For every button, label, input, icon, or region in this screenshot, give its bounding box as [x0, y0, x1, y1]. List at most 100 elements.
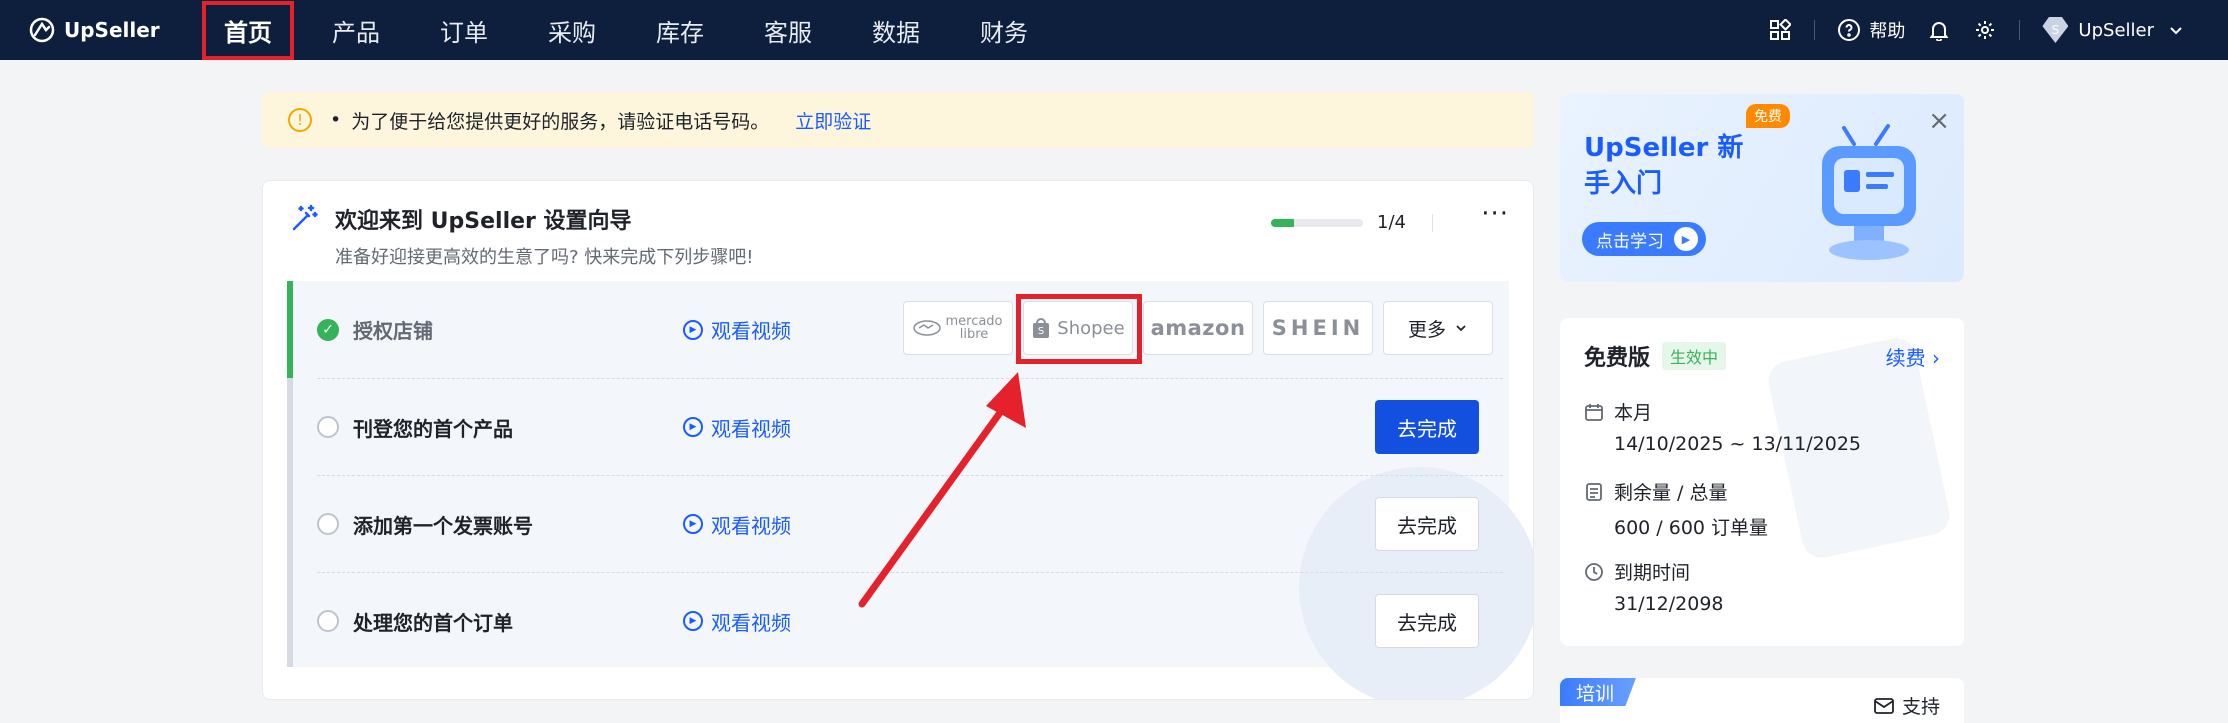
verify-now-link[interactable]: 立即验证 [795, 107, 871, 134]
platform-mercado-libre[interactable]: mercado libre [903, 301, 1013, 355]
top-right-tools: 帮助 S UpSeller [1768, 0, 2188, 60]
question-circle-icon [1837, 18, 1861, 42]
magic-wand-icon [292, 204, 318, 231]
brand-logo[interactable]: UpSeller [28, 0, 160, 60]
nav-item-finance[interactable]: 财务 [950, 0, 1058, 60]
empty-circle-icon [317, 416, 339, 438]
chevron-down-icon [1456, 325, 1466, 332]
expire-value: 31/12/2098 [1614, 593, 1724, 615]
go-complete-button[interactable]: 去完成 [1375, 400, 1479, 454]
step-add-invoice-account: 添加第一个发票账号 ▶ 观看视频 去完成 [317, 475, 1503, 572]
active-step-indicator [287, 281, 293, 378]
watch-video-link[interactable]: ▶ 观看视频 [683, 510, 791, 539]
watch-video-link[interactable]: ▶ 观看视频 [683, 607, 791, 636]
handshake-icon [913, 320, 942, 336]
nav-item-label: 首页 [202, 0, 294, 60]
progress-text: 1/4 [1377, 212, 1406, 233]
support-label: 支持 [1901, 696, 1940, 718]
top-navigation-bar: UpSeller 首页 产品 订单 采购 库存 客服 数据 财务 帮助 S Up… [0, 0, 2228, 60]
user-menu[interactable]: S UpSeller [2042, 17, 2188, 43]
close-icon[interactable]: × [1928, 106, 1950, 136]
promo-title: UpSeller 新手入门 [1584, 133, 1744, 199]
progress-fill [1271, 218, 1295, 227]
step-label: 授权店铺 [353, 319, 433, 343]
plan-card: 免费版 生效中 续费 › 本月 14/10/2025 ~ 13/11/2025 … [1560, 318, 1964, 646]
nav-item-home[interactable]: 首页 [194, 0, 302, 60]
watch-video-label: 观看视频 [711, 513, 791, 538]
svg-text:S: S [1038, 326, 1044, 337]
step-label: 刊登您的首个产品 [353, 416, 513, 441]
bell-icon[interactable] [1927, 18, 1951, 42]
wizard-steps: ✓ 授权店铺 ▶ 观看视频 mercado libre S Shopee amaz… [287, 281, 1533, 699]
nav-item-inventory[interactable]: 库存 [626, 0, 734, 60]
nav-item-purchasing[interactable]: 采购 [518, 0, 626, 60]
plan-name: 免费版 [1584, 346, 1651, 371]
wizard-subtitle: 准备好迎接更高效的生意了吗? 快来完成下列步骤吧! [335, 247, 754, 268]
nav-item-customer-service[interactable]: 客服 [734, 0, 842, 60]
libre-text: libre [959, 327, 989, 342]
learn-label: 点击学习 [1596, 231, 1664, 252]
platform-shopee[interactable]: S Shopee [1016, 294, 1142, 364]
play-circle-icon: ▶ [683, 417, 703, 437]
training-tab[interactable]: 培训 [1560, 678, 1637, 706]
verify-phone-notice: ! • 为了便于给您提供更好的服务，请验证电话号码。 立即验证 [262, 92, 1534, 148]
brand-name: UpSeller [64, 18, 160, 42]
help-label: 帮助 [1869, 21, 1906, 42]
expiry: 到期时间 31/12/2098 [1584, 558, 1724, 615]
empty-circle-icon [317, 610, 339, 632]
notice-bullet: • [330, 109, 342, 131]
arrow-right-icon: ▶ [1674, 227, 1698, 251]
play-circle-icon: ▶ [683, 514, 703, 534]
progress-bar [1271, 218, 1364, 227]
renew-link[interactable]: 续费 › [1886, 342, 1940, 371]
apps-grid-icon[interactable] [1768, 18, 1792, 42]
billing-period: 本月 14/10/2025 ~ 13/11/2025 [1584, 398, 1861, 455]
quota-value: 600 / 600 订单量 [1614, 517, 1769, 539]
gear-icon[interactable] [1973, 18, 1997, 42]
watch-video-label: 观看视频 [711, 319, 791, 343]
more-platforms-dropdown[interactable]: 更多 [1383, 301, 1493, 355]
quota-label: 剩余量 / 总量 [1614, 482, 1728, 504]
chevron-right-icon: › [1932, 346, 1940, 370]
support-link[interactable]: 支持 [1874, 692, 1940, 719]
platform-shein[interactable]: SHEIN [1263, 301, 1373, 355]
divider [2019, 20, 2021, 40]
wizard-header: 欢迎来到 UpSeller 设置向导 准备好迎接更高效的生意了吗? 快来完成下列… [289, 203, 754, 269]
nav-item-products[interactable]: 产品 [302, 0, 410, 60]
step-label: 处理您的首个订单 [353, 610, 513, 635]
training-card: 培训 支持 [1560, 678, 1964, 723]
getting-started-promo[interactable]: UpSeller 新手入门 免费 点击学习 ▶ × [1560, 94, 1964, 282]
step-process-first-order: 处理您的首个订单 ▶ 观看视频 去完成 [317, 572, 1503, 669]
play-circle-icon: ▶ [683, 319, 703, 340]
user-name: UpSeller [2078, 19, 2154, 41]
setup-wizard-card: 欢迎来到 UpSeller 设置向导 准备好迎接更高效的生意了吗? 快来完成下列… [262, 180, 1534, 700]
wizard-progress: 1/4 [1271, 212, 1433, 233]
more-label: 更多 [1407, 318, 1446, 341]
expire-label: 到期时间 [1614, 562, 1691, 584]
plan-header: 免费版 生效中 [1584, 340, 1727, 372]
watch-video-link[interactable]: ▶ 观看视频 [683, 315, 791, 344]
watch-video-link[interactable]: ▶ 观看视频 [683, 413, 791, 442]
divider [1432, 213, 1433, 232]
nav-item-data[interactable]: 数据 [842, 0, 950, 60]
go-complete-button[interactable]: 去完成 [1375, 594, 1479, 648]
nav-item-orders[interactable]: 订单 [410, 0, 518, 60]
platform-amazon[interactable]: amazon [1143, 301, 1253, 355]
upseller-logo-icon [29, 17, 55, 43]
help-button[interactable]: 帮助 [1837, 17, 1905, 43]
click-to-learn-button[interactable]: 点击学习 ▶ [1582, 222, 1706, 256]
clock-icon [1585, 562, 1603, 581]
shopee-bag-icon: S [1033, 318, 1050, 338]
order-quota: 剩余量 / 总量 600 / 600 订单量 [1584, 478, 1768, 540]
amazon-label: amazon [1150, 316, 1246, 340]
shopee-label: Shopee [1057, 317, 1125, 339]
period-label: 本月 [1614, 402, 1653, 424]
go-complete-button[interactable]: 去完成 [1375, 497, 1479, 551]
platform-list: mercado libre S Shopee amazon SHEIN 更多 [903, 294, 1493, 364]
shein-label: SHEIN [1271, 316, 1365, 340]
renew-label: 续费 [1885, 346, 1926, 370]
watch-video-label: 观看视频 [711, 610, 791, 635]
divider [1814, 20, 1816, 40]
more-options-icon[interactable]: ··· [1481, 199, 1509, 229]
free-badge: 免费 [1746, 104, 1790, 128]
